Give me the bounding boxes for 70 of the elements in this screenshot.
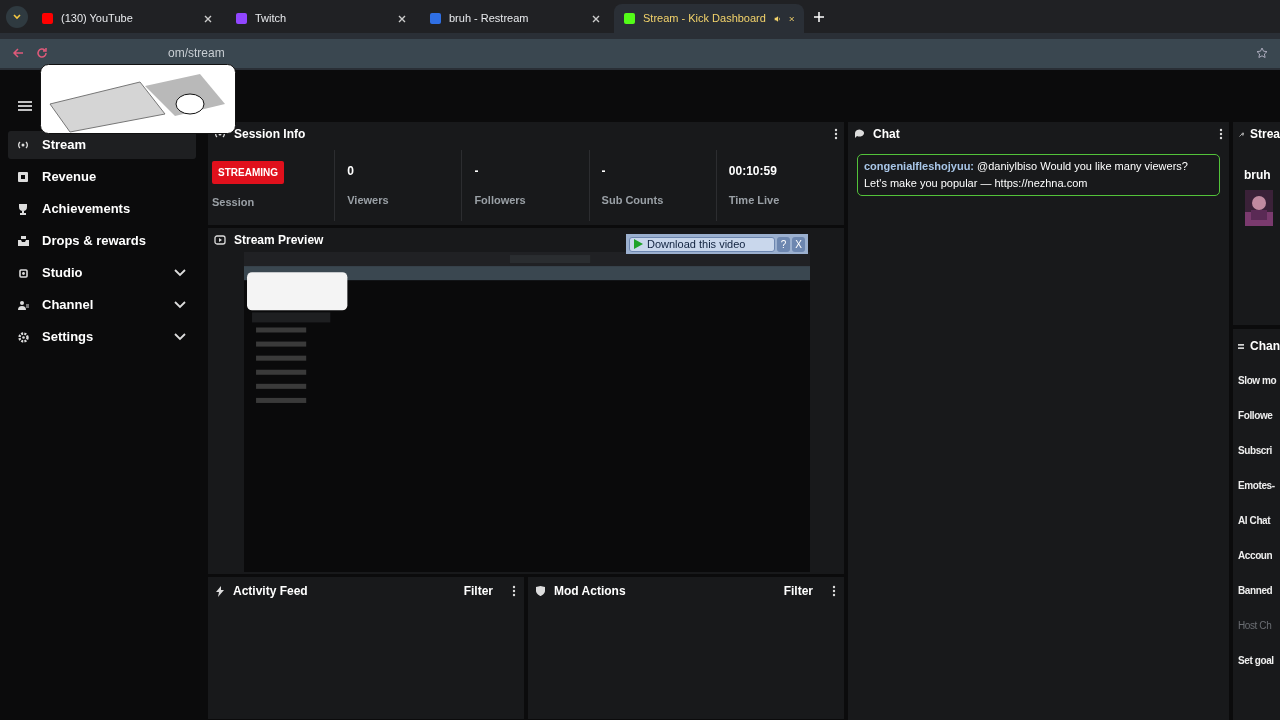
stat-value: 00:10:59 [728, 163, 778, 181]
help-button[interactable]: ? [777, 236, 790, 252]
wallet-icon [18, 172, 28, 182]
filter-button[interactable]: Filter [463, 582, 493, 600]
status-badge: STREAMING [212, 160, 284, 184]
setting-label: Set goal [1238, 654, 1274, 668]
stat-label: Sub Counts [601, 193, 665, 209]
browser-tab[interactable]: Twitch [226, 4, 416, 33]
more-icon[interactable] [512, 585, 516, 597]
setting-label: Host Ch [1238, 619, 1272, 633]
users-icon [17, 300, 29, 310]
filter-button[interactable]: Filter [783, 582, 813, 600]
setting-label: Accoun [1238, 549, 1273, 563]
sidebar-item[interactable]: Channel [8, 291, 196, 319]
channel-name: bruh [1244, 167, 1272, 184]
setting-label: Emotes- [1238, 479, 1275, 493]
panel-title: Stream Preview [234, 232, 324, 249]
more-icon[interactable] [1219, 128, 1223, 140]
panel-title: Activity Feed [233, 583, 309, 600]
download-button[interactable]: Download this video [629, 236, 775, 252]
back-icon[interactable] [12, 47, 24, 59]
inbox-icon [17, 236, 29, 246]
studio-icon [17, 267, 29, 279]
shield-icon [536, 586, 545, 596]
stat-label: Viewers [347, 193, 390, 209]
sidebar-item[interactable]: Studio [8, 259, 196, 287]
close-icon[interactable] [398, 14, 406, 23]
browser-tab[interactable]: bruh - Restream [420, 4, 610, 33]
chat-icon [854, 129, 865, 139]
close-button[interactable]: X [792, 236, 805, 252]
dropdown-icon[interactable] [6, 5, 28, 28]
panel-title: Chan [1250, 338, 1280, 355]
close-icon[interactable] [592, 14, 600, 23]
video-icon [214, 235, 226, 245]
reload-icon[interactable] [36, 47, 48, 59]
more-icon[interactable] [834, 128, 838, 140]
panel-title: Strea [1249, 126, 1280, 143]
play-icon [634, 239, 643, 249]
browser-tab[interactable]: Stream - Kick Dashboard [614, 4, 804, 33]
menu-icon[interactable] [18, 100, 32, 112]
more-icon[interactable] [832, 585, 836, 597]
trophy-icon [18, 203, 28, 215]
bolt-icon [216, 585, 224, 597]
stat-value: 0 [347, 163, 355, 181]
address-text[interactable]: om/stream [168, 44, 225, 62]
sidebar-item[interactable]: Revenue [8, 163, 196, 191]
setting-label: AI Chat [1238, 514, 1271, 528]
sidebar-item[interactable]: Settings [8, 323, 196, 351]
sidebar-item[interactable]: Drops & rewards [8, 227, 196, 255]
setting-label: Banned [1238, 584, 1273, 598]
setting-label: Followe [1238, 409, 1273, 423]
stat-value: - [601, 163, 607, 181]
panel-title: Session Info [234, 126, 306, 143]
setting-label: Slow mo [1238, 374, 1277, 388]
browser-tab[interactable]: (130) YouTube [32, 4, 222, 33]
chat-message: congenialfleshojyuu: @daniylbiso Would you like many viewers? Let's make you popular — https://nezhna.com [857, 154, 1220, 196]
panel-title: Chat [873, 126, 900, 143]
stat-label: Session [212, 194, 256, 210]
settings-icon [17, 331, 29, 343]
stat-label: Time Live [728, 193, 781, 209]
new-tab-icon[interactable] [814, 11, 824, 22]
broadcast-icon [17, 140, 29, 150]
panel-title: Mod Actions [554, 583, 627, 600]
setting-label: Subscri [1238, 444, 1272, 458]
stat-label: Followers [474, 193, 527, 209]
sidebar-item[interactable]: Achievements [8, 195, 196, 223]
stat-value: - [474, 163, 480, 181]
close-icon[interactable] [204, 14, 212, 23]
star-icon[interactable] [1256, 47, 1268, 59]
close-icon[interactable] [788, 14, 794, 23]
